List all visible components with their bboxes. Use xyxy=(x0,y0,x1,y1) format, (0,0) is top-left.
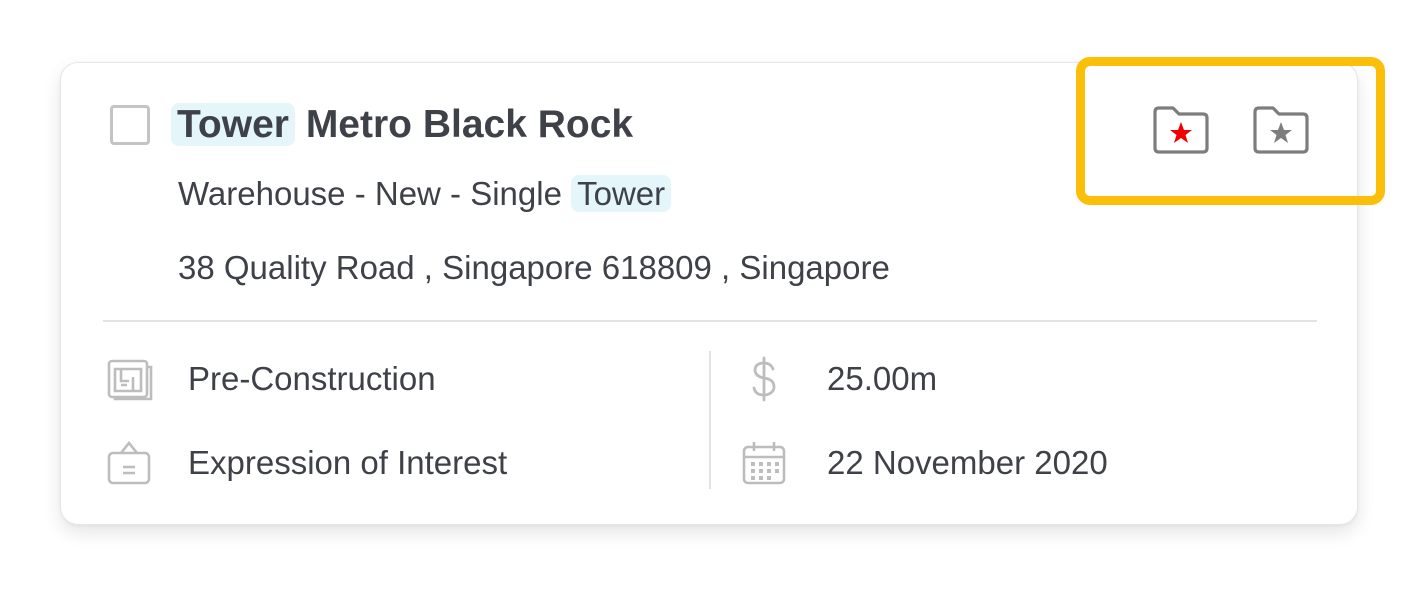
search-highlight: Tower xyxy=(171,103,295,146)
category-text: Warehouse - New - Single xyxy=(178,175,572,212)
folder-star-red-icon[interactable] xyxy=(1151,104,1211,156)
project-address: 38 Quality Road , Singapore 618809 , Sin… xyxy=(178,249,890,286)
project-title[interactable]: Tower Metro Black Rock xyxy=(171,99,633,151)
date-text: 22 November 2020 xyxy=(827,444,1108,481)
select-checkbox[interactable] xyxy=(110,105,150,145)
vertical-divider xyxy=(709,351,711,489)
dollar-icon xyxy=(752,356,776,402)
stage-text: Pre-Construction xyxy=(188,360,436,397)
blueprint-icon xyxy=(107,359,153,401)
folder-star-gray-icon[interactable] xyxy=(1251,104,1311,156)
tender-box-icon xyxy=(107,440,151,485)
tender-type-text: Expression of Interest xyxy=(188,444,508,481)
value-text: 25.00m xyxy=(827,360,938,397)
calendar-icon xyxy=(742,442,786,485)
divider xyxy=(103,320,1317,322)
project-title-text: Metro Black Rock xyxy=(305,103,634,146)
search-highlight: Tower xyxy=(571,175,672,212)
project-category: Warehouse - New - Single Tower xyxy=(178,169,672,219)
